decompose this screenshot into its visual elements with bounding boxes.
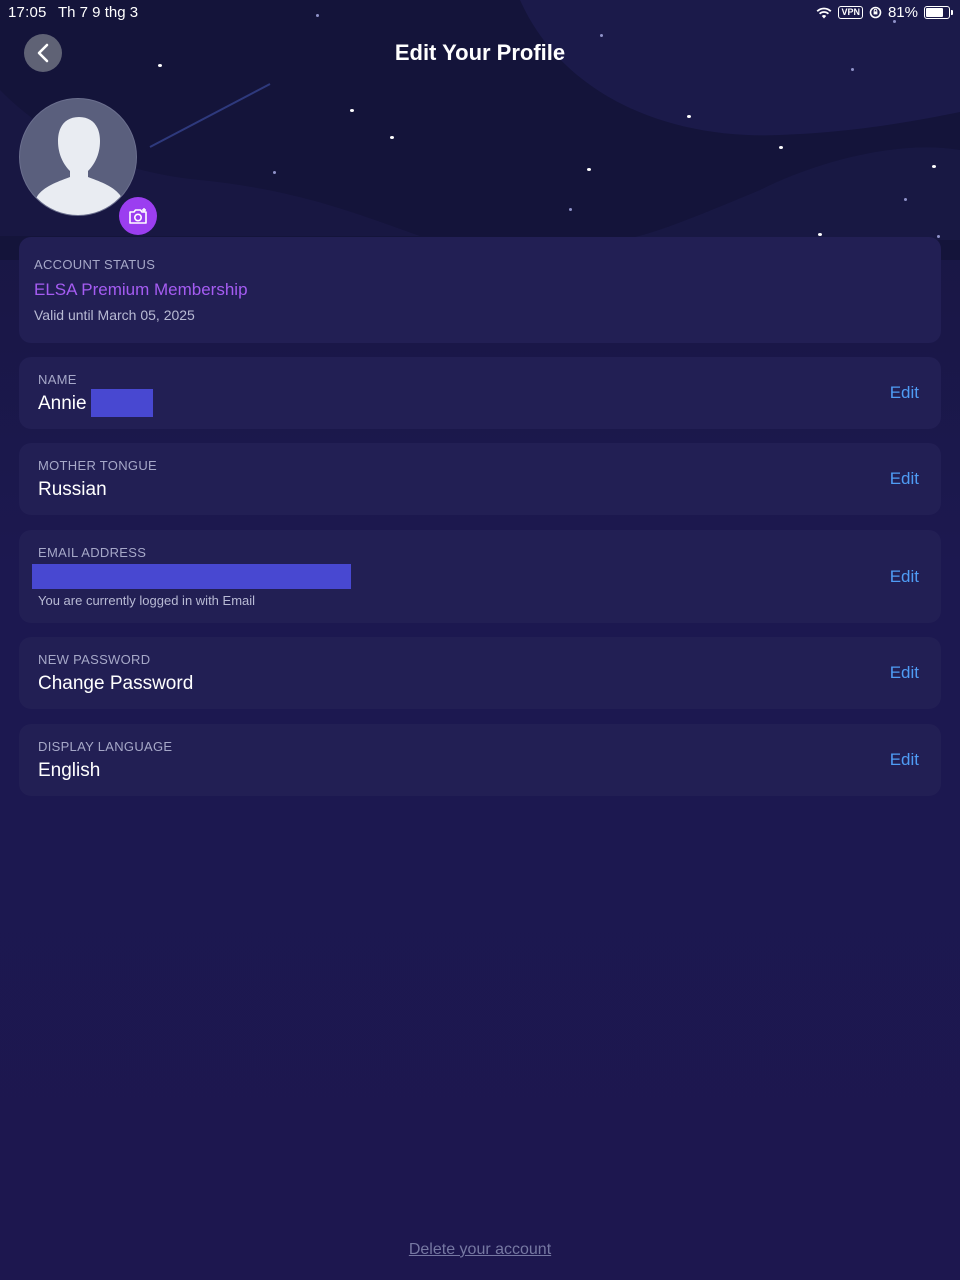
account-status-label: ACCOUNT STATUS [34,257,156,272]
status-time: 17:05 [8,4,47,21]
page-title: Edit Your Profile [394,40,566,65]
account-status-card: ACCOUNT STATUS ELSA Premium Membership V… [19,237,941,343]
email-redaction [32,564,351,589]
email-label: EMAIL ADDRESS [38,545,147,560]
avatar[interactable] [19,98,137,216]
name-redaction [91,389,153,417]
mother-tongue-card: MOTHER TONGUE Russian Edit [19,443,941,515]
password-card: NEW PASSWORD Change Password Edit [19,637,941,709]
edit-email-button[interactable]: Edit [890,567,919,587]
name-value: Annie [38,393,87,414]
mother-tongue-label: MOTHER TONGUE [38,458,157,473]
battery-icon [924,6,953,19]
edit-display-language-button[interactable]: Edit [890,750,919,770]
delete-account-link[interactable]: Delete your account [0,1241,960,1259]
vpn-badge: VPN [838,6,863,19]
wifi-icon [817,7,832,18]
delete-account-label[interactable]: Delete your account [409,1241,551,1258]
status-date: Th 7 9 thg 3 [58,4,139,21]
edit-mother-tongue-button[interactable]: Edit [890,469,919,489]
membership-plan: ELSA Premium Membership [34,280,248,299]
email-login-note: You are currently logged in with Email [38,593,256,608]
membership-valid-until: Valid until March 05, 2025 [34,307,195,323]
status-indicators: VPN 81% [816,4,953,21]
camera-icon [129,208,147,224]
display-language-value: English [38,760,101,781]
edit-password-button[interactable]: Edit [890,663,919,683]
status-bar: 17:05 Th 7 9 thg 3 VPN 81% [0,0,960,26]
display-language-card: DISPLAY LANGUAGE English Edit [19,724,941,796]
rotation-lock-icon [869,6,882,19]
name-card: NAME Annie Edit [19,357,941,429]
mother-tongue-value: Russian [38,479,107,500]
display-language-label: DISPLAY LANGUAGE [38,739,173,754]
battery-level-fill [926,8,943,17]
user-silhouette-icon [32,117,126,215]
password-value: Change Password [38,673,194,694]
edit-name-button[interactable]: Edit [890,383,919,403]
name-label: NAME [38,372,77,387]
change-photo-button[interactable] [119,197,157,235]
email-card: EMAIL ADDRESS You are currently logged i… [19,530,941,623]
password-label: NEW PASSWORD [38,652,151,667]
battery-percent: 81% [887,4,918,21]
